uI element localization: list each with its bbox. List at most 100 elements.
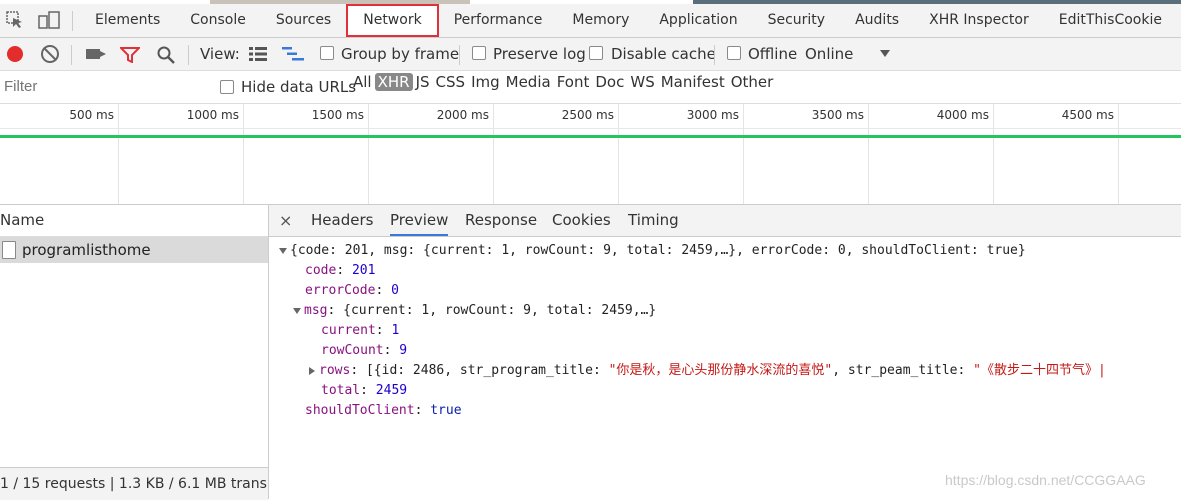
json-value: 0: [391, 283, 399, 298]
filter-type-js[interactable]: JS: [413, 73, 433, 91]
network-summary-status: 1 / 15 requests | 1.3 KB / 6.1 MB trans.…: [0, 467, 268, 500]
group-by-frame-label: Group by frame: [341, 45, 460, 63]
json-property: shouldToClient: true: [305, 403, 462, 418]
devtools-tabs: Elements Console Sources Network Performance…: [80, 4, 1177, 37]
toolbar-separator: [71, 45, 72, 65]
group-by-frame-checkbox[interactable]: [320, 46, 334, 60]
offline-label: Offline: [748, 45, 798, 63]
disable-cache-label: Disable cache: [611, 45, 716, 63]
device-toolbar-icon[interactable]: [38, 11, 60, 29]
tab-audits[interactable]: Audits: [840, 4, 914, 37]
json-key: rows: [319, 363, 351, 378]
filter-bar: Hide data URLs AllXHRJSCSSImgMediaFontDo…: [0, 71, 1181, 104]
preserve-log-label: Preserve log: [493, 45, 586, 63]
request-name: programlisthome: [22, 241, 151, 259]
tab-performance[interactable]: Performance: [439, 4, 558, 37]
hide-data-urls-checkbox[interactable]: [220, 80, 234, 94]
tab-elements[interactable]: Elements: [80, 4, 175, 37]
filter-type-font[interactable]: Font: [554, 73, 593, 91]
json-property: errorCode: 0: [305, 283, 399, 298]
devtools-tabbar: Elements Console Sources Network Performance…: [0, 4, 1181, 38]
json-key: shouldToClient: [305, 403, 415, 418]
search-icon[interactable]: [157, 46, 175, 64]
file-icon: [2, 241, 16, 259]
json-msg-node[interactable]: msg: {current: 1, rowCount: 9, total: 24…: [293, 301, 656, 321]
inspect-element-icon[interactable]: [6, 11, 24, 29]
json-value: 201: [351, 263, 376, 278]
throttling-select[interactable]: Online: [805, 38, 853, 70]
filter-type-media[interactable]: Media: [503, 73, 554, 91]
json-root-summary: {code: 201, msg: {current: 1, rowCount: …: [290, 243, 1026, 258]
tab-cookies[interactable]: Cookies: [552, 205, 611, 236]
json-rows-summary: [{id: 2486, str_program_title:: [365, 363, 609, 378]
large-rows-icon[interactable]: [249, 47, 267, 61]
tab-sources[interactable]: Sources: [261, 4, 346, 37]
clear-icon[interactable]: [41, 45, 59, 63]
json-key: current: [321, 323, 376, 338]
tab-security[interactable]: Security: [753, 4, 841, 37]
toolbar-separator: [459, 45, 460, 65]
json-value: true: [430, 403, 462, 418]
capture-screenshots-icon[interactable]: [86, 49, 106, 59]
toolbar-separator: [714, 45, 715, 65]
close-icon[interactable]: ×: [279, 211, 292, 230]
record-button[interactable]: [7, 46, 23, 62]
network-toolbar: View: Group by frame Preserve log Disabl…: [0, 38, 1181, 71]
tab-xhr-inspector[interactable]: XHR Inspector: [914, 4, 1044, 37]
json-key: rowCount: [321, 343, 384, 358]
tab-headers[interactable]: Headers: [311, 205, 373, 236]
json-value: 2459: [375, 383, 408, 398]
json-key: msg: [304, 303, 328, 318]
toolbar-separator: [188, 45, 189, 65]
json-msg-summary: {current: 1, rowCount: 9, total: 2459,…}: [343, 303, 657, 318]
filter-type-xhr[interactable]: XHR: [374, 73, 413, 91]
waterfall-overview-icon[interactable]: [282, 47, 304, 61]
request-row[interactable]: programlisthome: [0, 237, 268, 263]
filter-type-ws[interactable]: WS: [627, 73, 657, 91]
filter-icon[interactable]: [120, 47, 140, 63]
disable-cache-checkbox[interactable]: [589, 46, 603, 60]
tab-timing[interactable]: Timing: [628, 205, 679, 236]
filter-type-doc[interactable]: Doc: [592, 73, 627, 91]
filter-type-css[interactable]: CSS: [433, 73, 469, 91]
filter-type-all[interactable]: All: [350, 73, 375, 91]
name-column-header[interactable]: Name: [0, 205, 268, 237]
json-rows-summary: , str_peam_title:: [832, 363, 974, 378]
network-overview-timeline[interactable]: 500 ms 1000 ms 1500 ms 2000 ms 2500 ms 3000 m…: [0, 104, 1181, 205]
request-details-pane: × Headers Preview Response Cookies Timin…: [269, 205, 1181, 499]
expand-triangle-icon[interactable]: [279, 247, 287, 254]
tab-preview[interactable]: Preview: [390, 205, 449, 236]
json-rows-node[interactable]: rows: [{id: 2486, str_program_title: "你是…: [309, 361, 1106, 381]
timeline-tick-label: 4500 ms: [1061, 108, 1114, 122]
preserve-log-checkbox[interactable]: [472, 46, 486, 60]
tab-console[interactable]: Console: [175, 4, 261, 37]
tab-application[interactable]: Application: [644, 4, 752, 37]
timeline-request-bar: [0, 135, 1181, 138]
expand-triangle-icon[interactable]: [309, 366, 315, 375]
json-value: 9: [399, 343, 408, 358]
json-string-value: "《散步二十四节气》|: [973, 363, 1106, 378]
json-string-value: "你是秋，是心头那份静水深流的喜悦": [608, 363, 833, 378]
tab-memory[interactable]: Memory: [557, 4, 644, 37]
watermark: https://blog.csdn.net/CCGGAAG: [945, 472, 1146, 488]
json-key: errorCode: [305, 283, 376, 298]
expand-triangle-icon[interactable]: [293, 307, 301, 314]
details-tabs: × Headers Preview Response Cookies Timin…: [269, 205, 1181, 237]
filter-input[interactable]: [0, 75, 202, 97]
timeline-gridline: [0, 104, 1119, 204]
filter-type-img[interactable]: Img: [468, 73, 503, 91]
filter-type-other[interactable]: Other: [728, 73, 777, 91]
json-property: code: 201: [305, 263, 376, 278]
tab-editthiscookie[interactable]: EditThisCookie: [1044, 4, 1177, 37]
view-label: View:: [200, 45, 240, 63]
tab-network[interactable]: Network: [346, 4, 439, 37]
filter-type-manifest[interactable]: Manifest: [658, 73, 728, 91]
offline-checkbox[interactable]: [727, 46, 741, 60]
json-property: total: 2459: [321, 383, 408, 398]
json-property: current: 1: [321, 323, 400, 338]
chevron-down-icon[interactable]: [880, 50, 890, 57]
json-root-node[interactable]: {code: 201, msg: {current: 1, rowCount: …: [279, 241, 1026, 261]
tab-response[interactable]: Response: [465, 205, 537, 236]
requests-pane: Name programlisthome 1 / 15 requests | 1…: [0, 205, 269, 500]
json-property: rowCount: 9: [321, 343, 408, 358]
